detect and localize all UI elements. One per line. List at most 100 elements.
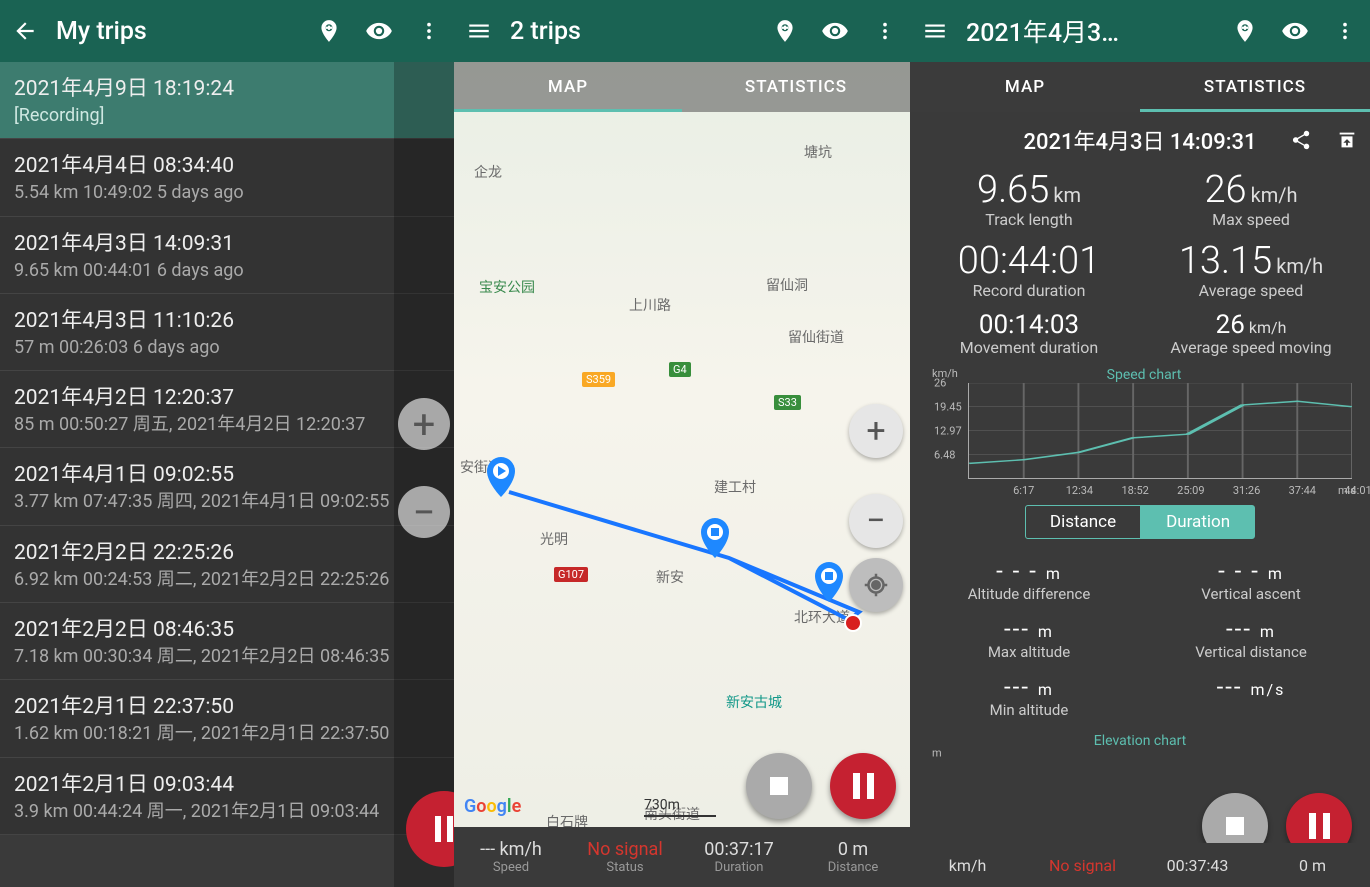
- trip-item[interactable]: 2021年2月1日 22:37:501.62 km 00:18:21 周一, 2…: [0, 680, 454, 757]
- trip-meta: 57 m 00:26:03 6 days ago: [14, 336, 440, 360]
- zoom-in-button[interactable]: +: [398, 398, 450, 450]
- trip-item[interactable]: 2021年4月3日 14:09:319.65 km 00:44:01 6 day…: [0, 217, 454, 294]
- trip-item[interactable]: 2021年4月4日 08:34:405.54 km 10:49:02 5 day…: [0, 139, 454, 216]
- speed-chart: Speed chart km/h m:s 6.4812.9719.4526 6:…: [932, 367, 1356, 497]
- trip-meta: 9.65 km 00:44:01 6 days ago: [14, 259, 440, 283]
- page-title: 2021年4月3…: [960, 13, 1220, 49]
- trip-name: 2021年4月9日 18:19:24: [14, 72, 440, 102]
- tab-map[interactable]: MAP: [454, 62, 682, 112]
- stat-avg-speed: 13.15km/hAverage speed: [1140, 239, 1362, 300]
- stats-body[interactable]: 2021年4月3日 14:09:31 9.65kmTrack length 26…: [910, 112, 1370, 887]
- stat-grid: 9.65kmTrack length 26km/hMax speed 00:44…: [918, 168, 1362, 357]
- google-logo: Google: [464, 796, 521, 817]
- trip-meta: 3.77 km 07:47:35 周四, 2021年4月1日 09:02:55: [14, 490, 440, 514]
- stat-avg-speed-moving: 26km/hAverage speed moving: [1140, 310, 1362, 357]
- trip-meta: 1.62 km 00:18:21 周一, 2021年2月1日 22:37:50: [14, 722, 440, 746]
- archive-button[interactable]: [1336, 129, 1358, 151]
- back-button[interactable]: [0, 0, 50, 62]
- trip-name: 2021年2月2日 22:25:26: [14, 536, 440, 566]
- menu-button[interactable]: [910, 0, 960, 62]
- visibility-button[interactable]: [810, 0, 860, 62]
- map-label: 上川路: [629, 295, 671, 315]
- add-marker-button[interactable]: [304, 0, 354, 62]
- map-label: 塘坑: [804, 142, 832, 162]
- header: 2 trips: [454, 0, 910, 62]
- trip-meta: 85 m 00:50:27 周五, 2021年4月2日 12:20:37: [14, 413, 440, 437]
- current-location-dot: [844, 614, 862, 632]
- status-signal: No signalStatus: [568, 827, 682, 887]
- add-marker-button[interactable]: [760, 0, 810, 62]
- overflow-menu-button[interactable]: [1320, 0, 1370, 62]
- stat-move-duration: 00:14:03Movement duration: [918, 310, 1140, 357]
- date-row: 2021年4月3日 14:09:31: [918, 112, 1362, 168]
- status-signal: No signal: [1025, 843, 1140, 887]
- trip-meta: 3.9 km 00:44:24 周一, 2021年2月1日 09:03:44: [14, 800, 440, 824]
- zoom-in-button[interactable]: +: [849, 404, 903, 458]
- y-tick: 12.97: [934, 425, 962, 438]
- add-marker-button[interactable]: [1220, 0, 1270, 62]
- trip-list[interactable]: 2021年4月9日 18:19:24[Recording]2021年4月4日 0…: [0, 62, 454, 835]
- overflow-menu-button[interactable]: [860, 0, 910, 62]
- y-tick: 6.48: [934, 449, 955, 462]
- y-tick: 19.45: [934, 401, 962, 414]
- trip-item[interactable]: 2021年2月2日 08:46:357.18 km 00:30:34 周二, 2…: [0, 603, 454, 680]
- status-speed: --- km/hSpeed: [454, 827, 568, 887]
- stat-max-speed: 26km/hMax speed: [1140, 168, 1362, 229]
- locate-button[interactable]: [849, 558, 903, 612]
- status-bar: --- km/hSpeed No signalStatus 00:37:17Du…: [454, 827, 910, 887]
- zoom-out-button[interactable]: −: [849, 494, 903, 548]
- status-duration: 00:37:17Duration: [682, 827, 796, 887]
- trip-item[interactable]: 2021年2月1日 09:03:443.9 km 00:44:24 周一, 20…: [0, 758, 454, 835]
- stat-record-duration: 00:44:01Record duration: [918, 239, 1140, 300]
- end-marker-icon: [812, 562, 846, 606]
- tab-statistics[interactable]: STATISTICS: [1140, 62, 1370, 112]
- altitude-grid: - - - mAltitude difference - - - mVertic…: [918, 557, 1362, 719]
- zoom-out-button[interactable]: −: [398, 486, 450, 538]
- x-tick: 31:26: [1233, 484, 1260, 497]
- map-label: 留仙街道: [788, 327, 844, 347]
- map-label: 新安古城: [726, 692, 782, 712]
- map-label: 宝安公园: [479, 277, 535, 297]
- stat-track-length: 9.65kmTrack length: [918, 168, 1140, 229]
- page-title: 2 trips: [504, 17, 760, 46]
- trip-name: 2021年2月2日 08:46:35: [14, 613, 440, 643]
- trip-item[interactable]: 2021年4月3日 11:10:2657 m 00:26:03 6 days a…: [0, 294, 454, 371]
- trip-date: 2021年4月3日 14:09:31: [1023, 124, 1256, 156]
- x-tick: 6:17: [1013, 484, 1034, 497]
- share-button[interactable]: [1290, 129, 1312, 151]
- visibility-button[interactable]: [354, 0, 404, 62]
- waypoint-marker-icon: [698, 518, 732, 562]
- tab-statistics[interactable]: STATISTICS: [682, 62, 910, 112]
- trip-item[interactable]: 2021年2月2日 22:25:266.92 km 00:24:53 周二, 2…: [0, 526, 454, 603]
- status-speed: km/h: [910, 843, 1025, 887]
- trip-meta: 7.18 km 00:30:34 周二, 2021年2月2日 08:46:35: [14, 645, 440, 669]
- status-bar: km/h No signal 00:37:43 0 m: [910, 843, 1370, 887]
- trip-meta: 5.54 km 10:49:02 5 days ago: [14, 181, 440, 205]
- trip-item[interactable]: 2021年4月1日 09:02:553.77 km 07:47:35 周四, 2…: [0, 448, 454, 525]
- fab-row: [746, 753, 896, 819]
- overflow-menu-button[interactable]: [404, 0, 454, 62]
- trip-item[interactable]: 2021年4月2日 12:20:3785 m 00:50:27 周五, 2021…: [0, 371, 454, 448]
- visibility-button[interactable]: [1270, 0, 1320, 62]
- stat-min-alt: --- mMin altitude: [918, 673, 1140, 719]
- trip-name: 2021年4月4日 08:34:40: [14, 149, 440, 179]
- trip-item[interactable]: 2021年4月9日 18:19:24[Recording]: [0, 62, 454, 139]
- trip-meta: [Recording]: [14, 104, 440, 128]
- stat-vert-speed: --- m/s: [1140, 673, 1362, 719]
- stat-max-alt: --- mMax altitude: [918, 615, 1140, 661]
- stop-fab[interactable]: [746, 753, 812, 819]
- x-tick: 18:52: [1121, 484, 1148, 497]
- trip-name: 2021年4月3日 14:09:31: [14, 227, 440, 257]
- x-tick: 37:44: [1289, 484, 1316, 497]
- pause-fab[interactable]: [830, 753, 896, 819]
- tab-bar: MAP STATISTICS: [910, 62, 1370, 112]
- y-tick: 26: [934, 377, 946, 390]
- header: My trips: [0, 0, 454, 62]
- map-view[interactable]: 企龙 塘坑 宝安公园 上川路 留仙洞 留仙街道 安街道 建工村 光明 新安 新安…: [454, 62, 910, 887]
- toggle-duration[interactable]: Duration: [1141, 505, 1255, 539]
- tab-map[interactable]: MAP: [910, 62, 1140, 112]
- toggle-distance[interactable]: Distance: [1025, 505, 1141, 539]
- road-badge: G4: [669, 362, 691, 377]
- menu-button[interactable]: [454, 0, 504, 62]
- trip-name: 2021年4月2日 12:20:37: [14, 381, 440, 411]
